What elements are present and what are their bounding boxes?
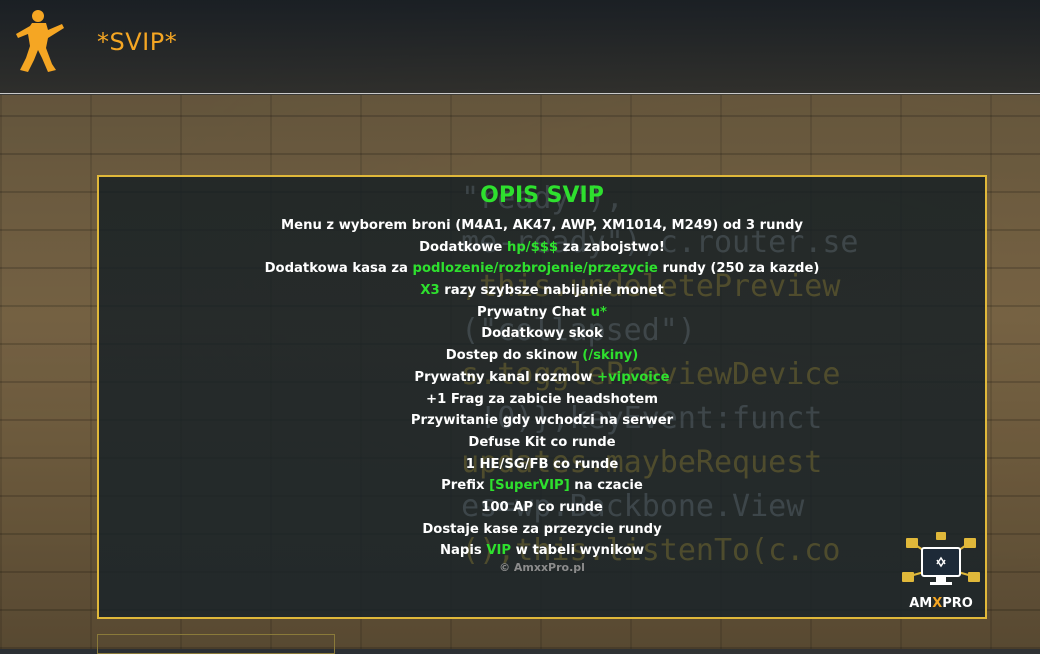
page-title: *SVIP* xyxy=(97,28,178,56)
list-item: +1 Frag za zabicie headshotem xyxy=(426,391,658,407)
svip-description-panel: "ready"), me-ready"),c.router.se ,this.u… xyxy=(97,175,987,619)
feature-list: Menu z wyborem broni (M4A1, AK47, AWP, X… xyxy=(99,215,985,562)
list-item: 1 HE/SG/FB co runde xyxy=(465,456,619,472)
list-item: 100 AP co runde xyxy=(481,499,603,515)
list-item: Prefix [SuperVIP] na czacie xyxy=(441,478,643,494)
panel-heading: OPIS SVIP xyxy=(480,183,604,208)
list-item: Defuse Kit co runde xyxy=(468,434,616,450)
list-item: Napis VIP w tabeli wynikow xyxy=(439,543,645,559)
copyright-text: © AmxxPro.pl xyxy=(499,561,585,574)
list-item: Przywitanie gdy wchodzi na serwer xyxy=(410,413,674,429)
bottom-frame xyxy=(97,634,335,654)
list-item: Prywatny kanal rozmow +vipvoice xyxy=(414,369,670,385)
list-item: Dostep do skinow (/skiny) xyxy=(445,348,639,364)
header-bar: *SVIP* xyxy=(0,0,1040,94)
list-item: Prywatny Chat u* xyxy=(477,304,607,320)
computer-network-icon xyxy=(902,532,980,585)
list-item: Dostaje kase za przezycie rundy xyxy=(422,521,662,537)
counter-strike-soldier-icon[interactable] xyxy=(12,8,64,74)
list-item: Dodatkowy skok xyxy=(481,326,603,342)
list-item: Dodatkowa kasa za podlozenie/rozbrojenie… xyxy=(264,261,820,277)
amxxpro-logo-text: AMXPRO xyxy=(909,596,973,611)
amxxpro-badge[interactable]: AMXPRO xyxy=(898,532,984,616)
list-item: X3 razy szybsze nabijanie monet xyxy=(420,283,664,299)
list-item: Menu z wyborem broni (M4A1, AK47, AWP, X… xyxy=(281,218,803,233)
list-item: Dodatkowe hp/$$$ za zabojstwo! xyxy=(419,239,665,255)
